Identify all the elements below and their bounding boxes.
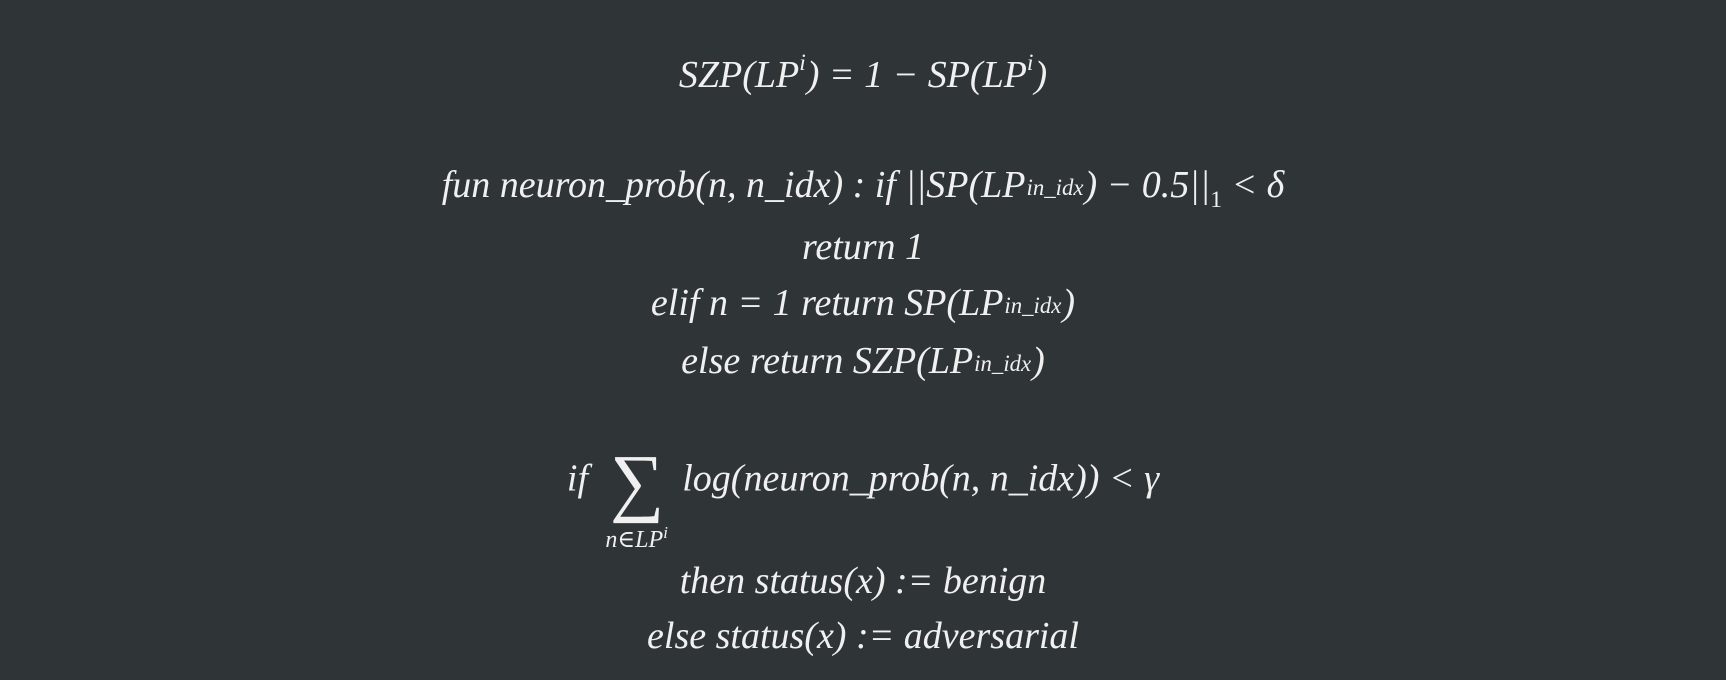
elif-line: elif n = 1 return SP(LPin_idx) bbox=[650, 282, 1076, 324]
neuron-prob-function-definition: fun neuron_prob(n, n_idx) : if ||SP(LPin… bbox=[441, 164, 1285, 213]
summation-operator: ∑ n∈LPi bbox=[605, 440, 668, 553]
summation-condition: if ∑ n∈LPi log(neuron_prob(n, n_idx)) < γ bbox=[566, 440, 1160, 553]
szp-equation: SZP(LPi) = 1 − SP(LPi) bbox=[678, 50, 1048, 96]
else-return-line: else return SZP(LPin_idx) bbox=[681, 340, 1045, 382]
then-benign-line: then status(x) := benign bbox=[679, 560, 1047, 602]
else-adversarial-line: else status(x) := adversarial bbox=[647, 615, 1079, 657]
formula-canvas: SZP(LPi) = 1 − SP(LPi) fun neuron_prob(n… bbox=[0, 0, 1726, 680]
summation-lower-limit: n∈LPi bbox=[605, 522, 668, 553]
return-one-line: return 1 bbox=[801, 226, 925, 268]
